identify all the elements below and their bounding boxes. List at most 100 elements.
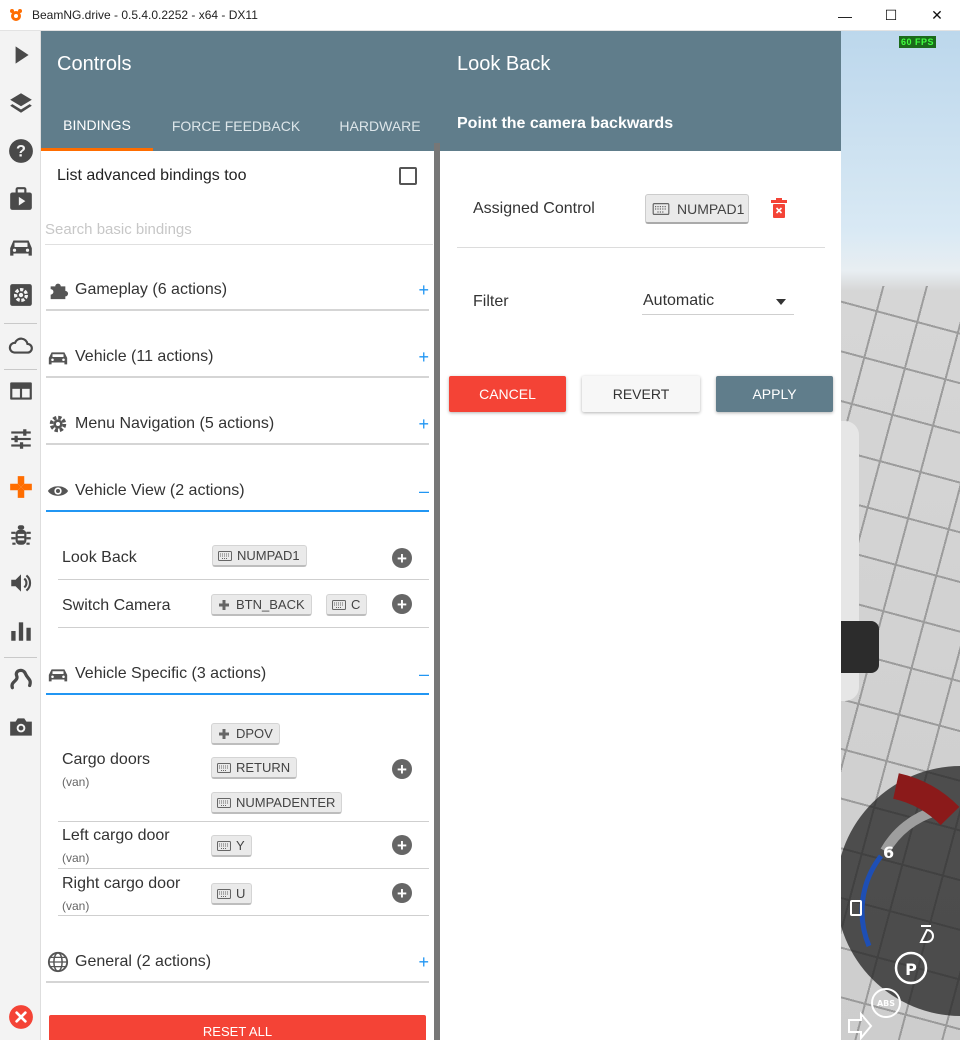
add-binding-button[interactable]: + — [392, 594, 412, 614]
keyboard-icon — [217, 762, 231, 773]
category-label: General (2 actions) — [75, 953, 212, 970]
keyboard-icon — [332, 599, 346, 610]
binding-name: Left cargo door — [62, 827, 170, 844]
search-bindings-input[interactable] — [45, 215, 433, 245]
binding-chip[interactable]: BTN_BACK — [211, 594, 312, 616]
binding-chip[interactable]: Y — [211, 835, 252, 857]
game-viewport: 60 FPS 6 P ABS — [841, 31, 960, 1040]
audio-icon[interactable] — [0, 563, 41, 603]
add-binding-button[interactable]: + — [392, 548, 412, 568]
advanced-bindings-row[interactable]: List advanced bindings too — [57, 159, 417, 193]
expand-icon[interactable]: + — [418, 280, 429, 301]
advanced-bindings-label: List advanced bindings too — [57, 167, 247, 184]
abs-indicator: ABS — [877, 999, 895, 1008]
binding-chip[interactable]: NUMPADENTER — [211, 792, 343, 814]
car-icon — [47, 663, 69, 685]
page-title: Controls — [57, 53, 132, 75]
binding-row-left-cargo-door[interactable]: Left cargo door (van) Y + — [58, 822, 429, 869]
expand-icon[interactable]: + — [418, 952, 429, 973]
category-vehicle-view[interactable]: Vehicle View (2 actions) – — [46, 472, 429, 512]
binding-name: Right cargo door — [62, 875, 181, 892]
category-vehicle[interactable]: Vehicle (11 actions) + — [46, 338, 429, 378]
layers-icon[interactable] — [0, 83, 41, 123]
camera-icon[interactable] — [0, 707, 41, 747]
category-label: Gameplay (6 actions) — [75, 281, 228, 298]
detail-subtitle: Point the camera backwards — [457, 115, 674, 132]
controls-icon[interactable] — [0, 467, 41, 507]
settings-icon[interactable] — [0, 275, 41, 315]
window-title: BeamNG.drive - 0.5.4.0.2252 - x64 - DX11 — [32, 8, 258, 22]
apps-icon[interactable] — [0, 371, 41, 411]
binding-name: Switch Camera — [62, 597, 171, 614]
trash-icon[interactable] — [770, 198, 788, 218]
eye-icon — [47, 480, 69, 502]
quit-icon[interactable] — [0, 997, 41, 1037]
binding-chip[interactable]: C — [326, 594, 368, 616]
scenario-icon[interactable] — [0, 179, 41, 219]
collapse-icon[interactable]: – — [419, 481, 429, 502]
fps-counter: 60 FPS — [899, 36, 937, 48]
play-icon[interactable] — [0, 35, 41, 75]
stats-icon[interactable] — [0, 611, 41, 651]
category-gameplay[interactable]: Gameplay (6 actions) + — [46, 271, 429, 311]
close-button[interactable]: ✕ — [914, 0, 960, 31]
minimize-button[interactable]: — — [822, 0, 868, 31]
filter-select[interactable]: Automatic — [642, 288, 794, 315]
tab-bindings[interactable]: BINDINGS — [41, 101, 153, 151]
van-bumper — [841, 621, 879, 673]
revert-button[interactable]: REVERT — [582, 376, 700, 412]
binding-vehicle-tag: (van) — [62, 851, 90, 865]
tab-force-feedback[interactable]: FORCE FEEDBACK — [153, 101, 319, 151]
car-icon[interactable] — [0, 227, 41, 267]
apply-button[interactable]: APPLY — [716, 376, 833, 412]
category-general[interactable]: General (2 actions) + — [46, 943, 429, 983]
assigned-control-label: Assigned Control — [473, 200, 595, 217]
binding-row-cargo-doors[interactable]: Cargo doors (van) DPOV RETURN NUMPADENTE… — [58, 712, 429, 822]
keyboard-icon — [218, 550, 232, 561]
expand-icon[interactable]: + — [418, 347, 429, 368]
category-label: Vehicle View (2 actions) — [75, 482, 245, 499]
dashboard-gauge: 6 P ABS — [841, 766, 960, 1040]
collapse-icon[interactable]: – — [419, 664, 429, 685]
main-menu-rail: ? — [0, 31, 41, 1040]
binding-row-right-cargo-door[interactable]: Right cargo door (van) U + — [58, 869, 429, 916]
maximize-button[interactable]: ☐ — [868, 0, 914, 31]
filter-label: Filter — [473, 293, 509, 310]
expand-icon[interactable]: + — [418, 414, 429, 435]
reset-all-button[interactable]: RESET ALL — [49, 1015, 426, 1040]
keyboard-icon — [217, 797, 231, 808]
sliders-icon[interactable] — [0, 419, 41, 459]
add-binding-button[interactable]: + — [392, 759, 412, 779]
binding-row-look-back[interactable]: Look Back NUMPAD1 + — [58, 532, 429, 580]
advanced-bindings-checkbox[interactable] — [399, 167, 417, 185]
detail-title: Look Back — [457, 53, 551, 75]
binding-chip[interactable]: NUMPAD1 — [212, 545, 307, 567]
cancel-button[interactable]: CANCEL — [449, 376, 566, 412]
debug-icon[interactable] — [0, 515, 41, 555]
binding-chip[interactable]: DPOV — [211, 723, 280, 745]
bindings-panel: List advanced bindings too Gameplay (6 a… — [41, 151, 434, 1040]
car-icon — [47, 346, 69, 368]
cloud-icon[interactable] — [0, 325, 41, 365]
add-binding-button[interactable]: + — [392, 835, 412, 855]
category-menu-navigation[interactable]: Menu Navigation (5 actions) + — [46, 405, 429, 445]
chevron-down-icon — [776, 299, 786, 305]
assigned-control-chip[interactable]: NUMPAD1 — [645, 194, 749, 224]
add-binding-button[interactable]: + — [392, 883, 412, 903]
track-icon[interactable] — [0, 659, 41, 699]
gamepad-icon — [219, 728, 229, 739]
binding-row-switch-camera[interactable]: Switch Camera BTN_BACK C + — [58, 580, 429, 628]
category-label: Vehicle (11 actions) — [75, 348, 214, 365]
help-icon[interactable]: ? — [0, 131, 41, 171]
puzzle-icon — [47, 279, 69, 301]
category-vehicle-specific[interactable]: Vehicle Specific (3 actions) – — [46, 655, 429, 695]
controls-tabs: BINDINGS FORCE FEEDBACK HARDWARE — [41, 101, 441, 151]
binding-chip[interactable]: RETURN — [211, 757, 298, 779]
window-titlebar: BeamNG.drive - 0.5.4.0.2252 - x64 - DX11… — [0, 0, 960, 31]
keyboard-icon — [652, 202, 670, 215]
gamepad-icon — [219, 599, 229, 610]
tab-hardware[interactable]: HARDWARE — [319, 101, 441, 151]
binding-chip[interactable]: U — [211, 883, 253, 905]
keyboard-icon — [217, 888, 231, 899]
gear-indicator: 6 — [883, 843, 894, 862]
